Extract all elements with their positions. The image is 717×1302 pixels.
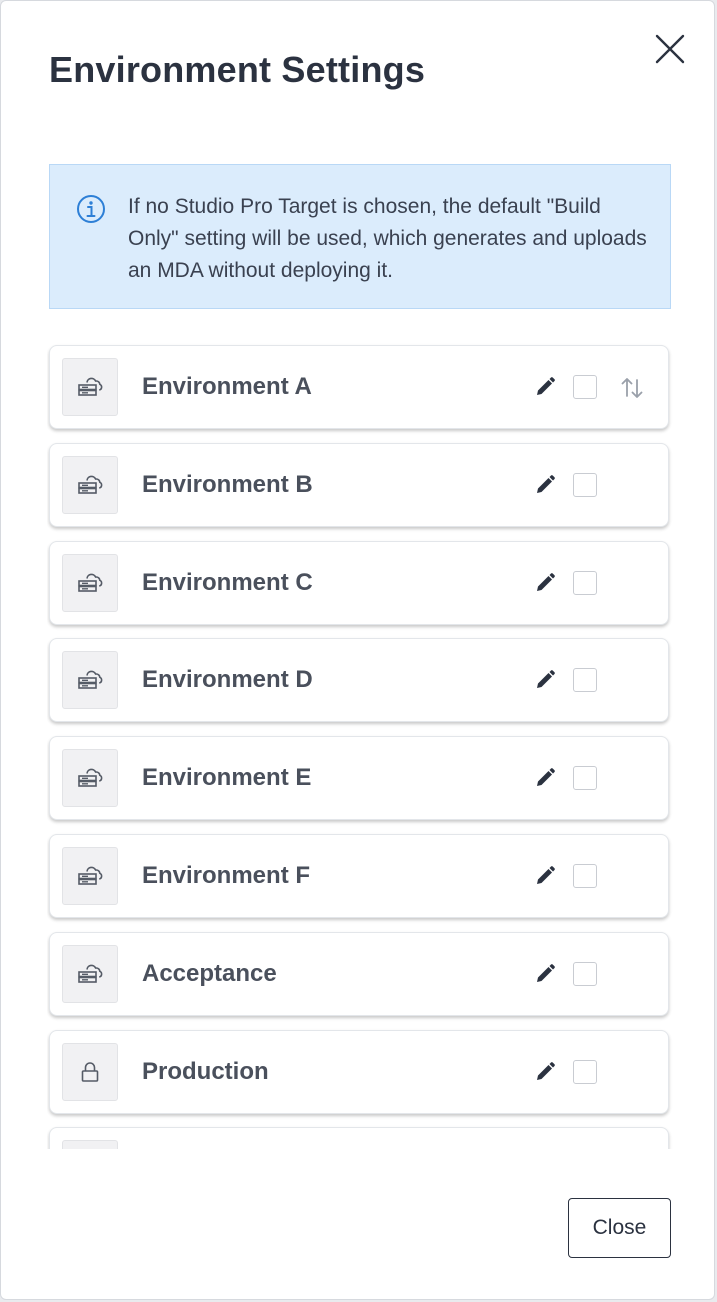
pencil-icon[interactable] — [533, 375, 557, 399]
environment-checkbox[interactable] — [573, 668, 597, 693]
environment-name: Environment D — [142, 666, 313, 694]
info-banner: If no Studio Pro Target is chosen, the d… — [49, 164, 671, 309]
pencil-icon[interactable] — [533, 473, 557, 497]
sort-arrows-icon[interactable] — [618, 374, 646, 402]
cloud-server-icon — [62, 553, 118, 612]
pencil-icon[interactable] — [533, 668, 557, 692]
lock-icon — [62, 1042, 118, 1101]
pencil-icon[interactable] — [533, 766, 557, 790]
environment-name: Environment B — [142, 470, 313, 498]
environment-name: Environment F — [142, 862, 311, 889]
cloud-server-icon — [62, 358, 118, 416]
cloud-server-icon — [62, 455, 118, 514]
environment-list[interactable]: Environment A Environment B Environment C E… — [47, 341, 677, 1149]
cloud-server-icon — [62, 847, 118, 905]
environment-name: Environment C — [142, 568, 313, 596]
cloud-server-icon — [62, 1140, 118, 1149]
info-text: If no Studio Pro Target is chosen, the d… — [128, 195, 647, 282]
environment-name: Acceptance — [142, 959, 277, 987]
dialog-title: Environment Settings — [49, 49, 426, 90]
environment-checkbox[interactable] — [573, 961, 597, 986]
environment-checkbox[interactable] — [573, 766, 597, 791]
close-button[interactable]: Close — [568, 1198, 671, 1258]
environment-checkbox[interactable] — [573, 570, 597, 595]
environment-row[interactable]: Acceptance — [49, 931, 669, 1016]
environment-row[interactable]: Environment D — [49, 638, 669, 723]
environment-row[interactable]: Environment E — [49, 736, 669, 821]
environment-checkbox[interactable] — [573, 1059, 597, 1084]
cloud-server-icon — [62, 944, 118, 1003]
environment-checkbox[interactable] — [573, 375, 597, 399]
environment-checkbox[interactable] — [573, 864, 597, 888]
info-circle-icon — [76, 194, 106, 224]
cloud-server-icon — [62, 749, 118, 808]
environment-checkbox[interactable] — [573, 472, 597, 497]
environment-row[interactable]: Environment F — [49, 834, 669, 918]
environment-name: Environment A — [142, 373, 312, 400]
environment-row[interactable]: Environment C — [49, 540, 669, 625]
pencil-icon[interactable] — [533, 864, 557, 888]
environment-row[interactable]: Environment A — [49, 345, 669, 429]
environment-name: Environment E — [142, 764, 312, 792]
cloud-server-icon — [62, 651, 118, 710]
environment-row[interactable]: Environment B — [49, 442, 669, 527]
environment-name: Production — [142, 1057, 269, 1085]
pencil-icon[interactable] — [533, 962, 557, 986]
environment-settings-dialog: Environment Settings If no Studio Pro Ta… — [0, 0, 715, 1300]
environment-row[interactable]: Production — [49, 1029, 669, 1114]
close-icon[interactable] — [653, 32, 687, 66]
pencil-icon[interactable] — [533, 1060, 557, 1084]
environment-row-partial[interactable] — [49, 1127, 669, 1149]
pencil-icon[interactable] — [533, 571, 557, 595]
